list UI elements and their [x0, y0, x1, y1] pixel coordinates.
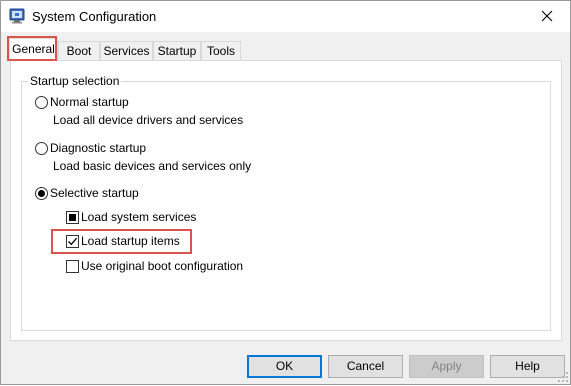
startup-selection-label: Startup selection — [28, 74, 122, 88]
tab-boot-label: Boot — [66, 44, 92, 58]
tab-services[interactable]: Services — [100, 41, 153, 60]
diagnostic-startup-radio[interactable] — [35, 142, 48, 155]
help-button[interactable]: Help — [490, 355, 565, 378]
tab-boot[interactable]: Boot — [58, 41, 100, 60]
load-startup-items-highlight — [51, 229, 192, 254]
close-button[interactable] — [524, 1, 570, 32]
title-bar[interactable]: System Configuration — [1, 1, 570, 32]
tab-startup[interactable]: Startup — [153, 41, 201, 60]
selective-startup-radio[interactable] — [35, 187, 48, 200]
system-configuration-icon — [9, 8, 25, 24]
system-configuration-window: System Configuration General Boot Servic… — [0, 0, 571, 385]
window-title: System Configuration — [32, 9, 157, 24]
cancel-button[interactable]: Cancel — [328, 355, 403, 378]
general-tab-panel: Startup selection Normal startup Load al… — [10, 60, 562, 341]
diagnostic-startup-label[interactable]: Diagnostic startup — [50, 141, 146, 155]
tab-services-label: Services — [103, 44, 150, 58]
use-original-boot-configuration-checkbox[interactable] — [66, 260, 79, 273]
ok-button[interactable]: OK — [247, 355, 322, 378]
use-original-boot-configuration-label[interactable]: Use original boot configuration — [81, 259, 243, 273]
apply-button[interactable]: Apply — [409, 355, 484, 378]
normal-startup-label[interactable]: Normal startup — [50, 95, 129, 109]
load-system-services-checkbox[interactable] — [66, 211, 79, 224]
normal-startup-radio[interactable] — [35, 96, 48, 109]
selective-startup-label[interactable]: Selective startup — [50, 186, 139, 200]
normal-startup-description: Load all device drivers and services — [53, 113, 244, 127]
diagnostic-startup-description: Load basic devices and services only — [53, 159, 252, 173]
tab-startup-label: Startup — [157, 44, 197, 58]
tab-tools[interactable]: Tools — [201, 41, 241, 60]
load-system-services-label[interactable]: Load system services — [81, 210, 196, 224]
close-icon — [541, 10, 553, 22]
tab-tools-label: Tools — [206, 44, 235, 58]
tab-general-highlight — [7, 36, 57, 61]
resize-grip-icon[interactable] — [557, 371, 569, 383]
